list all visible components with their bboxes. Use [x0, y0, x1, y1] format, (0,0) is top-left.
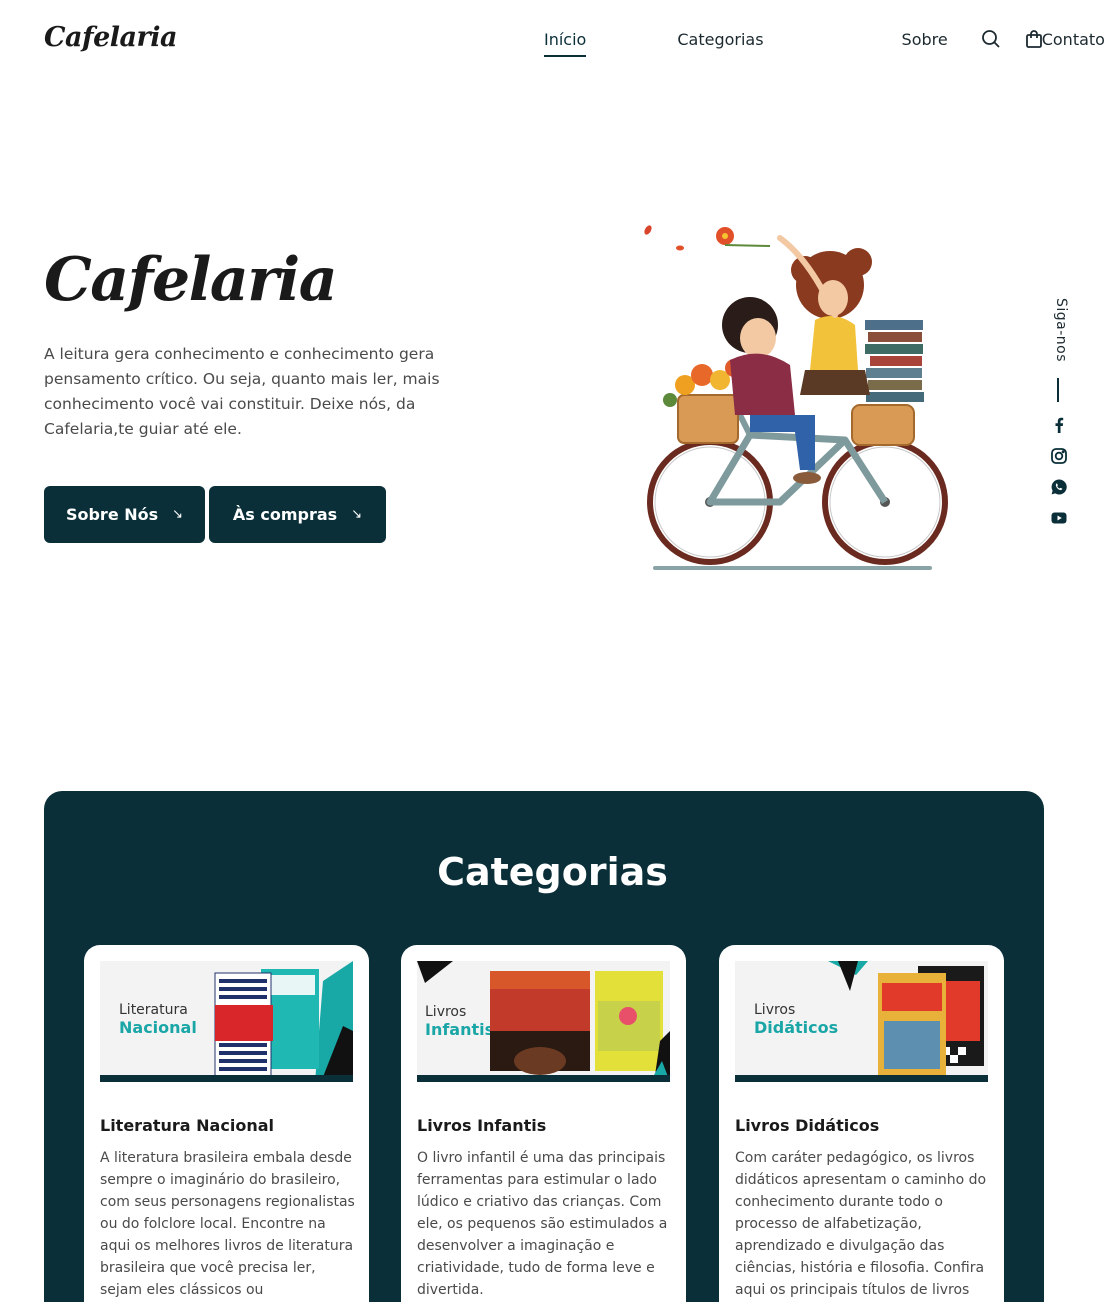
- category-description: A literatura brasileira embala desde sem…: [100, 1150, 355, 1298]
- banner-label: Literatura Nacional: [119, 1002, 197, 1036]
- shopping-bag-icon[interactable]: [1024, 29, 1044, 49]
- category-heading[interactable]: Literatura Nacional: [100, 1116, 274, 1135]
- categories-title: Categorias: [437, 850, 668, 894]
- category-card-livros-didaticos: Livros Didáticos Livros Didáticos Com ca…: [719, 945, 1004, 1302]
- banner-line1: Livros: [754, 1002, 796, 1018]
- instagram-icon[interactable]: [1050, 447, 1068, 465]
- category-card-literatura-nacional: Literatura Nacional Literatura Nacional …: [84, 945, 369, 1302]
- banner-line2: Infantis: [425, 1020, 495, 1039]
- category-card-livros-infantis: Livros Infantis Livros Infantis O livro …: [401, 945, 686, 1302]
- book-covers-image: [828, 961, 984, 1075]
- book-covers-image: [214, 961, 353, 1082]
- banner-label: Livros Infantis: [425, 1004, 494, 1038]
- hero-illustration: [630, 200, 975, 580]
- book-covers-image: [490, 971, 670, 1082]
- category-heading[interactable]: Livros Didáticos: [735, 1116, 879, 1135]
- facebook-icon[interactable]: [1050, 416, 1068, 434]
- banner-line2: Nacional: [119, 1018, 197, 1037]
- nav-item-sobre[interactable]: Sobre: [902, 30, 948, 57]
- nav-item-categorias[interactable]: Categorias: [677, 30, 763, 57]
- as-compras-button[interactable]: Às compras ↘: [209, 486, 386, 543]
- follow-us-label: Siga-nos: [1053, 298, 1069, 363]
- arrow-down-right-icon: ↘: [172, 507, 184, 522]
- category-banner-literatura-nacional[interactable]: Literatura Nacional: [100, 961, 353, 1082]
- category-description: O livro infantil é uma das principais fe…: [417, 1150, 668, 1298]
- category-description: Com caráter pedagógico, os livros didáti…: [735, 1150, 987, 1298]
- search-icon[interactable]: [981, 29, 1001, 49]
- brand-logo[interactable]: Cafelaria: [44, 22, 178, 53]
- arrow-down-right-icon: ↘: [351, 507, 363, 522]
- as-compras-label: Às compras: [232, 505, 338, 524]
- banner-line1: Livros: [425, 1004, 467, 1020]
- category-heading[interactable]: Livros Infantis: [417, 1116, 546, 1135]
- sobre-nos-label: Sobre Nós: [65, 505, 159, 524]
- banner-line1: Literatura: [119, 1002, 188, 1018]
- category-banner-livros-infantis[interactable]: Livros Infantis: [417, 961, 670, 1082]
- decorative-triangle: [417, 961, 453, 983]
- youtube-icon[interactable]: [1050, 509, 1068, 527]
- whatsapp-icon[interactable]: [1050, 478, 1068, 496]
- main-nav: Início Categorias Sobre Contato: [544, 30, 1105, 57]
- nav-item-inicio[interactable]: Início: [544, 30, 587, 57]
- sobre-nos-button[interactable]: Sobre Nós ↘: [44, 486, 205, 543]
- hero-description: A leitura gera conhecimento e conhecimen…: [44, 345, 440, 438]
- category-banner-livros-didaticos[interactable]: Livros Didáticos: [735, 961, 988, 1082]
- nav-item-contato[interactable]: Contato: [1042, 30, 1105, 57]
- hero-title: Cafelaria: [44, 245, 338, 315]
- follow-divider: [1057, 378, 1059, 402]
